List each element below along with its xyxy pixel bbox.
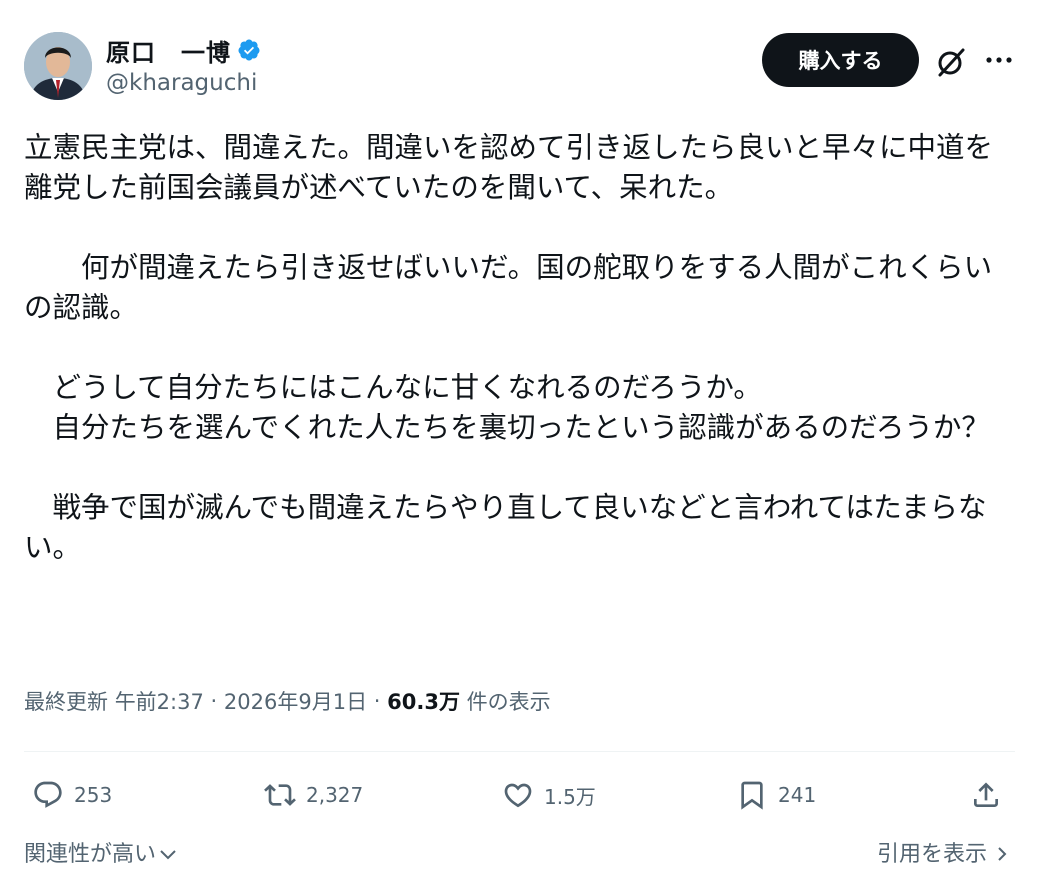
sort-label: 関連性が高い (24, 842, 157, 867)
divider (24, 751, 1015, 752)
like-count: 1.5万 (544, 784, 596, 809)
chevron-down-icon (160, 850, 176, 860)
author-handle[interactable]: @kharaguchi (106, 70, 257, 96)
bookmark-count: 241 (778, 783, 817, 807)
avatar[interactable] (24, 32, 92, 100)
reply-button[interactable]: 253 (32, 777, 112, 813)
repost-icon (264, 784, 296, 806)
share-icon (974, 782, 998, 807)
repost-button[interactable]: 2,327 (264, 777, 363, 813)
chevron-right-icon (998, 847, 1007, 861)
more-icon[interactable] (984, 50, 1014, 70)
reply-icon (34, 781, 62, 808)
meta-separator: · (373, 689, 381, 713)
verified-badge-icon (238, 39, 260, 61)
author-name[interactable]: 原口 一博 (106, 33, 231, 68)
tweet-detail: 原口 一博 @kharaguchi 購入する 立憲民主党は、間違えた。間違いを認… (0, 0, 1039, 882)
reply-count: 253 (74, 783, 113, 807)
bookmark-icon (741, 781, 763, 810)
views-count[interactable]: 60.3万 (387, 686, 460, 716)
quotes-label: 引用を表示 (876, 842, 987, 867)
repost-count: 2,327 (306, 783, 364, 807)
buy-button[interactable]: 購入する (762, 33, 919, 87)
bookmark-button[interactable]: 241 (736, 777, 816, 813)
like-button[interactable]: 1.5万 (502, 777, 596, 813)
meta-separator: · (210, 689, 218, 713)
post-meta: 最終更新 午前2:37 · 2026年9月1日 · 60.3万 件の表示 (24, 685, 551, 717)
post-text: 立憲民主党は、間違えた。間違いを認めて引き返したら良いと早々に中道を離党した前国… (24, 131, 994, 564)
share-button[interactable] (970, 777, 1012, 813)
post-date[interactable]: 2026年9月1日 (224, 686, 367, 716)
updated-label: 最終更新 (24, 690, 108, 714)
post-time[interactable]: 午前2:37 (115, 686, 204, 716)
views-label: 件の表示 (466, 690, 551, 714)
avatar-image (24, 32, 92, 100)
view-quotes-link[interactable]: 引用を表示 (877, 835, 1011, 869)
grok-icon[interactable] (934, 45, 968, 79)
sort-replies-dropdown[interactable]: 関連性が高い (24, 835, 178, 869)
author-name-row[interactable]: 原口 一博 (106, 33, 261, 67)
like-icon (504, 783, 532, 808)
